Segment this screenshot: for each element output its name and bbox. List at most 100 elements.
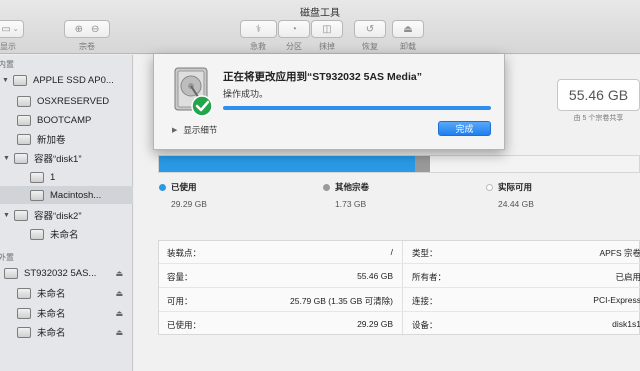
disclosure-triangle-icon[interactable]: ▼: [2, 77, 10, 84]
volume-icon: [17, 114, 31, 126]
volume-label: 宗卷: [79, 42, 95, 51]
info-key: 所有者：: [412, 272, 447, 282]
sidebar-item-volume[interactable]: 未命名 ⏏: [0, 323, 133, 341]
sidebar-item-volume[interactable]: 未命名 ⏏: [0, 284, 133, 302]
hard-disk-icon: [13, 74, 27, 86]
usage-bar: [158, 155, 640, 173]
other-dot-icon: [323, 184, 330, 191]
erase-icon: ◫: [322, 23, 332, 35]
info-value: 已启用: [615, 272, 640, 282]
volume-icon: [17, 307, 31, 319]
eject-icon[interactable]: ⏏: [115, 269, 123, 278]
sheet-message: 操作成功。: [223, 89, 269, 99]
sidebar-item-container[interactable]: ▼ 容器“disk2”: [0, 206, 133, 224]
unmount-icon: ⏏: [403, 23, 413, 35]
stethoscope-icon: ⚕: [255, 23, 262, 35]
sidebar-item-label: 容器“disk1”: [34, 154, 82, 165]
sidebar-display-button[interactable]: ▭ ⌄: [0, 20, 24, 38]
sidebar-item-label: ST932032 5AS...: [24, 267, 97, 279]
restore-button[interactable]: ↺: [354, 20, 386, 38]
sidebar-item-label: 未命名: [37, 289, 66, 300]
info-value: APFS 宗卷: [599, 248, 640, 258]
sidebar-item-label: 1: [50, 171, 56, 183]
legend-available-label: 实际可用: [498, 182, 533, 192]
sidebar-item-label: 未命名: [37, 309, 66, 320]
legend-used: 已使用 29.29 GB: [159, 181, 207, 209]
legend-other-value: 1.73 GB: [335, 199, 367, 209]
done-button[interactable]: 完成: [438, 121, 491, 136]
hard-drive-success-icon: [174, 67, 213, 117]
first-aid-label: 急救: [250, 42, 266, 51]
unmount-button[interactable]: ⏏: [392, 20, 424, 38]
eject-icon[interactable]: ⏏: [115, 328, 123, 337]
info-key: 设备：: [412, 320, 438, 330]
legend-used-label: 已使用: [171, 182, 197, 192]
info-key: 连接：: [412, 296, 438, 306]
sidebar: 内置 ▼ APPLE SSD AP0... OSXRESERVED BOOTCA…: [0, 55, 133, 371]
disclosure-triangle-icon[interactable]: ▼: [3, 155, 11, 162]
sidebar-item-disk[interactable]: ST932032 5AS... ⏏: [0, 264, 133, 282]
sidebar-item-label: 容器“disk2”: [34, 211, 82, 222]
sidebar-icon: ▭: [1, 23, 11, 35]
disclosure-triangle-icon[interactable]: ▶: [172, 126, 177, 134]
partition-button[interactable]: ◔: [278, 20, 310, 38]
progress-bar: [223, 106, 491, 110]
partition-icon: ◔: [290, 23, 298, 35]
remove-volume-icon: ⊖: [91, 23, 100, 35]
chevron-down-icon: ⌄: [12, 26, 19, 33]
sidebar-item-volume[interactable]: 未命名 ⏏: [0, 304, 133, 322]
usage-bar-used-segment: [159, 156, 416, 172]
sidebar-item-volume[interactable]: BOOTCAMP: [0, 111, 133, 129]
restore-icon: ↺: [365, 23, 375, 35]
eject-icon[interactable]: ⏏: [115, 309, 123, 318]
sidebar-item-volume[interactable]: 未命名: [0, 225, 133, 243]
unmount-label: 卸载: [400, 42, 416, 51]
erase-button[interactable]: ◫: [311, 20, 343, 38]
progress-bar-fill: [223, 106, 491, 110]
first-aid-button[interactable]: ⚕: [240, 20, 277, 38]
info-value: PCI-Express: [593, 295, 640, 305]
volume-button[interactable]: ⊕ ⊖: [64, 20, 110, 38]
info-value: /: [390, 247, 393, 257]
restore-label: 恢复: [362, 42, 378, 51]
sidebar-item-disk[interactable]: ▼ APPLE SSD AP0...: [0, 71, 133, 89]
legend-used-value: 29.29 GB: [171, 199, 207, 209]
sidebar-item-volume[interactable]: 1: [0, 168, 133, 186]
sidebar-item-volume[interactable]: OSXRESERVED: [0, 92, 133, 110]
disclosure-triangle-icon[interactable]: ▼: [3, 212, 11, 219]
info-row: 装载点： / 类型： APFS 宗卷: [159, 241, 640, 264]
progress-sheet: 正在将更改应用到“ST932032 5AS Media” 操作成功。 ▶ 显示细…: [153, 54, 505, 150]
sidebar-item-label: APPLE SSD AP0...: [33, 74, 114, 86]
container-icon: [14, 152, 28, 164]
hard-disk-icon: [4, 267, 18, 279]
sidebar-item-container[interactable]: ▼ 容器“disk1”: [0, 149, 133, 167]
info-key: 容量：: [167, 272, 193, 282]
sidebar-section-external: 外置: [0, 253, 14, 262]
volume-icon: [17, 326, 31, 338]
volume-icon: [30, 171, 44, 183]
volume-icon: [17, 287, 31, 299]
info-key: 类型：: [412, 248, 438, 258]
sidebar-item-label: 未命名: [37, 328, 66, 339]
show-details-toggle[interactable]: ▶ 显示细节: [172, 124, 217, 136]
eject-icon[interactable]: ⏏: [115, 289, 123, 298]
info-key: 已使用：: [167, 320, 202, 330]
sidebar-item-volume-selected[interactable]: Macintosh...: [0, 186, 133, 204]
sheet-title: 正在将更改应用到“ST932032 5AS Media”: [223, 71, 422, 83]
display-label: 显示: [0, 42, 16, 51]
info-row: 可用： 25.79 GB (1.35 GB 可清除) 连接： PCI-Expre…: [159, 289, 640, 312]
info-key: 装载点：: [167, 248, 202, 258]
volume-icon: [30, 228, 44, 240]
legend-other-label: 其他宗卷: [335, 182, 370, 192]
legend-other: 其他宗卷 1.73 GB: [323, 181, 369, 209]
volume-icon: [30, 189, 44, 201]
used-dot-icon: [159, 184, 166, 191]
sidebar-item-volume[interactable]: 新加卷: [0, 130, 133, 148]
capacity-box: 55.46 GB: [557, 79, 640, 111]
info-value: 55.46 GB: [357, 271, 393, 281]
info-row: 容量： 55.46 GB 所有者： 已启用: [159, 265, 640, 288]
volume-icon: [17, 95, 31, 107]
sidebar-item-label: 新加卷: [37, 135, 66, 146]
window-title: 磁盘工具: [300, 8, 340, 19]
show-details-label: 显示细节: [183, 125, 218, 135]
